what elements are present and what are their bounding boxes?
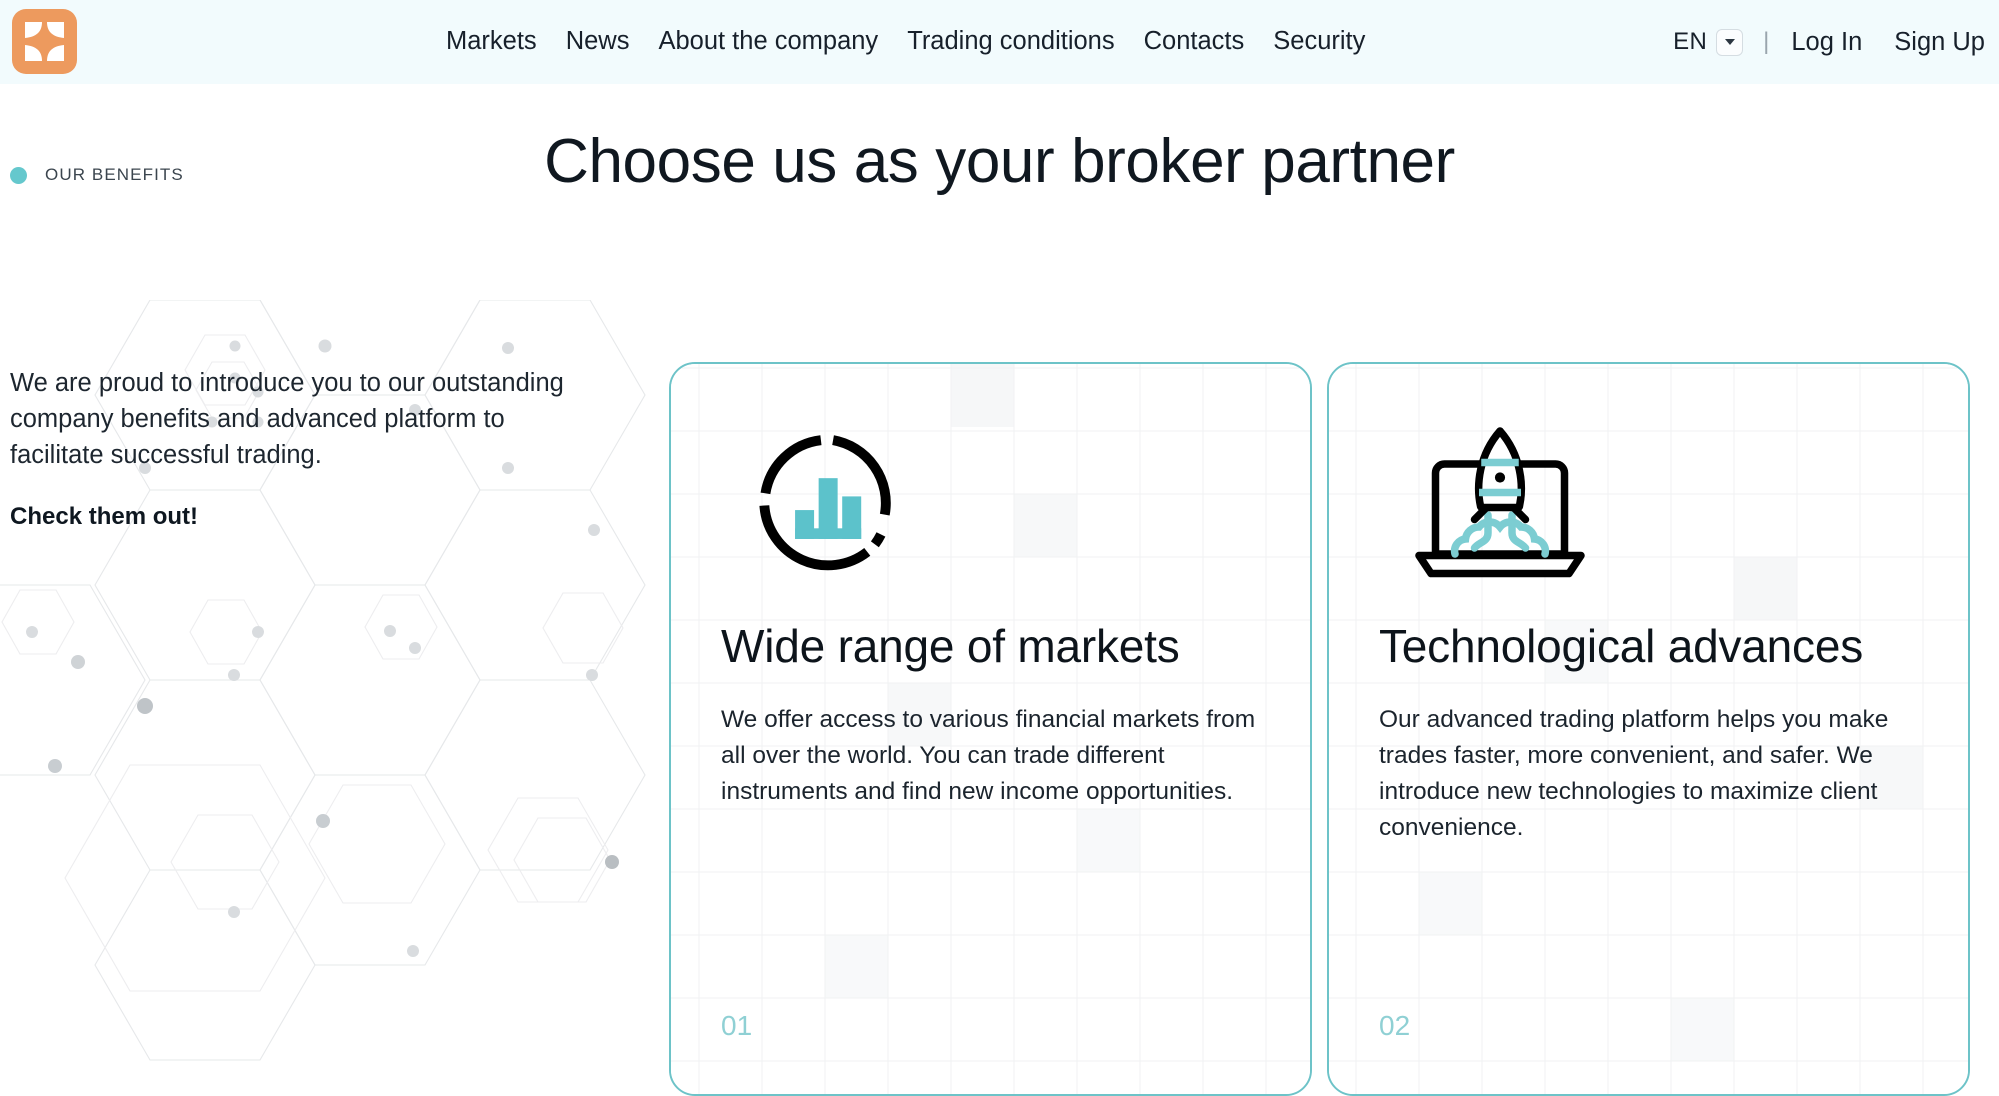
section-eyebrow-label: OUR BENEFITS <box>45 165 184 184</box>
donut-chart-bars-icon <box>759 435 891 571</box>
nav-item-contacts[interactable]: Contacts <box>1144 29 1245 55</box>
nav-item-news[interactable]: News <box>566 29 630 55</box>
language-switcher[interactable]: EN <box>1673 28 1744 56</box>
card-icon-wrapper <box>721 409 1260 599</box>
nav-item-security[interactable]: Security <box>1273 29 1365 55</box>
card-title: Technological advances <box>1379 620 1864 672</box>
card-number: 02 <box>1379 1010 1411 1041</box>
nav-item-markets[interactable]: Markets <box>446 29 537 55</box>
card-title: Wide range of markets <box>721 620 1180 672</box>
header-actions: EN | Log In Sign Up <box>1673 0 1985 84</box>
header-divider: | <box>1763 28 1770 55</box>
chevron-down-icon[interactable] <box>1716 28 1744 56</box>
benefit-card-2[interactable]: Technological advances Our advanced trad… <box>1327 362 1970 1096</box>
card-number: 01 <box>721 1010 753 1041</box>
log-in-button[interactable]: Log In <box>1791 28 1862 57</box>
section-eyebrow: OUR BENEFITS <box>10 165 184 185</box>
bullet-dot-icon <box>10 166 27 184</box>
nav-item-about-the-company[interactable]: About the company <box>658 29 878 55</box>
site-header: Markets News About the company Trading c… <box>0 0 1999 84</box>
intro-paragraph: We are proud to introduce you to our out… <box>10 369 564 469</box>
nav-item-trading-conditions[interactable]: Trading conditions <box>907 29 1114 55</box>
intro-block: We are proud to introduce you to our out… <box>10 365 600 535</box>
broker-logo[interactable] <box>12 9 77 74</box>
intro-cta-text: Check them out! <box>10 503 199 530</box>
language-label: EN <box>1673 28 1708 55</box>
rocket-laptop-icon <box>1415 426 1585 577</box>
main-navigation: Markets News About the company Trading c… <box>446 0 1365 84</box>
page-title: Choose us as your broker partner <box>544 127 1455 196</box>
sign-up-button[interactable]: Sign Up <box>1894 28 1985 57</box>
card-description: Our advanced trading platform helps you … <box>1379 706 1889 841</box>
logo-glyph <box>25 22 64 61</box>
benefit-card-1[interactable]: Wide range of markets We offer access to… <box>669 362 1312 1096</box>
card-description: We offer access to various financial mar… <box>721 706 1256 805</box>
card-icon-wrapper <box>1379 409 1918 599</box>
